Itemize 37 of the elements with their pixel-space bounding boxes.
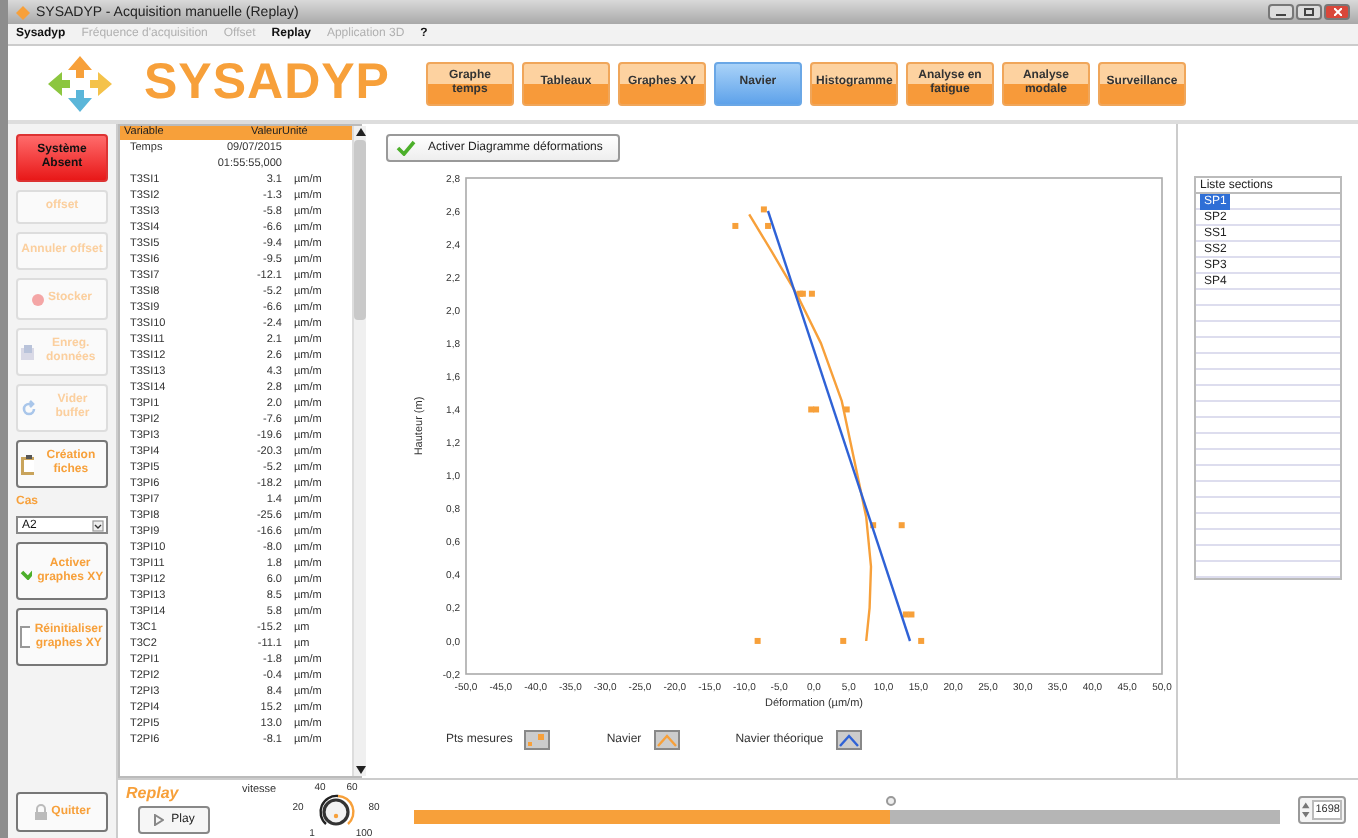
minimize-icon (1276, 9, 1286, 15)
maximize-icon (1304, 8, 1314, 16)
replay-title: Replay (126, 784, 181, 802)
data-point (754, 637, 761, 644)
speed-knob[interactable] (319, 794, 355, 826)
app-icon (16, 5, 30, 19)
data-point (840, 637, 847, 644)
play-icon (153, 814, 164, 826)
legend-points-icon (524, 730, 551, 750)
scroll-up-icon[interactable] (355, 128, 365, 136)
legend-line-icon (835, 730, 862, 750)
data-point (843, 406, 850, 413)
check-icon (396, 140, 416, 156)
clipboard-icon (20, 453, 34, 475)
data-point (898, 522, 905, 529)
data-point (765, 222, 772, 229)
dot-icon (31, 293, 44, 305)
data-point (732, 222, 739, 229)
spin-arrows-icon (1302, 799, 1310, 819)
refresh-icon (20, 399, 37, 417)
scrollbar[interactable] (352, 126, 366, 776)
maximize-button[interactable] (1296, 4, 1322, 20)
lock-icon (33, 804, 48, 820)
data-point (870, 522, 877, 529)
replay-slider[interactable] (408, 795, 1286, 823)
data-point (760, 206, 767, 213)
close-icon (1333, 8, 1341, 16)
data-point (918, 637, 925, 644)
slider-thumb[interactable] (886, 795, 897, 805)
close-button[interactable] (1324, 4, 1350, 20)
brand-name: SYSADYP (144, 54, 390, 112)
legend-line-icon (653, 730, 680, 750)
minimize-button[interactable] (1268, 4, 1294, 20)
dropdown-icon (92, 519, 104, 531)
scroll-down-icon[interactable] (355, 766, 365, 774)
logo-icon (44, 51, 116, 115)
page-icon (20, 626, 30, 648)
